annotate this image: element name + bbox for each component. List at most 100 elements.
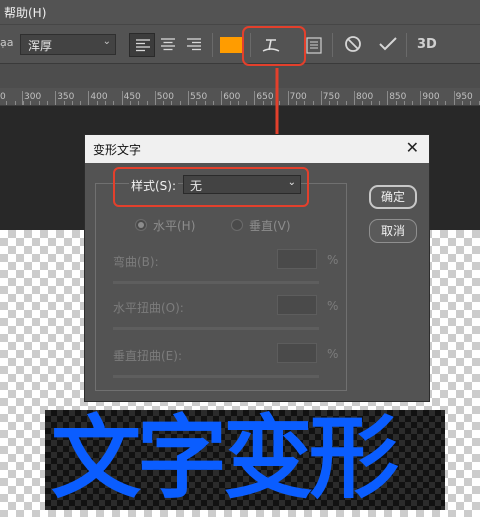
divider	[406, 33, 407, 57]
ruler-tick	[312, 101, 314, 105]
ruler-tick	[30, 101, 32, 105]
ruler-tick	[63, 101, 65, 105]
align-right-icon	[187, 38, 201, 51]
bend-slider[interactable]	[113, 281, 319, 284]
align-center-button[interactable]	[155, 33, 181, 57]
style-highlight	[113, 167, 309, 207]
ruler-tick	[320, 91, 322, 105]
divider	[212, 33, 213, 57]
vertical-distortion-input[interactable]	[277, 343, 317, 363]
ruler-tick	[329, 101, 331, 105]
vertical-radio-label: 垂直(V)	[249, 219, 291, 233]
ruler-tick	[138, 101, 140, 105]
divider	[332, 33, 333, 57]
ruler-tick	[55, 91, 57, 105]
ruler-tick	[204, 101, 206, 105]
bend-percent: %	[327, 253, 339, 267]
ruler-tick	[304, 101, 306, 105]
close-icon[interactable]: ✕	[406, 138, 419, 157]
3d-button[interactable]: 3D	[417, 37, 437, 52]
ruler-tick	[295, 101, 297, 105]
ruler-tick	[237, 101, 239, 105]
ruler-tick	[196, 101, 198, 105]
menu-bar: 帮助(H)	[0, 0, 480, 24]
cancel-button[interactable]: 取消	[369, 219, 417, 243]
font-style-select[interactable]: 浑厚 ⌄	[20, 34, 116, 55]
ruler-tick	[163, 101, 165, 105]
ruler-tick	[38, 101, 40, 105]
commit-edit-button[interactable]	[378, 35, 398, 57]
ruler-tick	[146, 101, 148, 105]
ruler-tick	[221, 91, 223, 105]
ok-button[interactable]: 确定	[369, 185, 417, 209]
ruler-tick	[154, 91, 156, 105]
radio-selected-icon	[135, 219, 147, 231]
checkmark-icon	[379, 37, 397, 51]
ruler-tick	[46, 101, 48, 105]
ruler-tick	[354, 91, 355, 105]
ruler-tick	[437, 101, 438, 105]
horizontal-distortion-percent: %	[327, 299, 339, 313]
text-color-swatch[interactable]	[220, 37, 242, 53]
ruler-tick	[88, 91, 90, 105]
vertical-distortion-slider[interactable]	[113, 375, 319, 378]
ruler-tick	[229, 101, 231, 105]
ruler-tick	[345, 101, 347, 105]
horizontal-distortion-slider[interactable]	[113, 327, 319, 330]
ruler-tick	[96, 101, 98, 105]
ruler-tick	[420, 91, 422, 105]
ruler-tick	[395, 101, 397, 105]
ruler-tick	[428, 101, 430, 105]
ruler-tick	[188, 91, 189, 105]
ruler-tick	[362, 101, 364, 105]
ruler-tick	[14, 101, 16, 105]
cancel-icon	[345, 36, 361, 52]
anti-alias-label: ạa	[0, 36, 14, 49]
text-layer[interactable]: 文字变形	[45, 410, 445, 510]
ruler-tick	[378, 101, 380, 105]
ruler-tick	[461, 101, 463, 105]
menu-help[interactable]: 帮助(H)	[4, 4, 46, 21]
bend-label: 弯曲(B):	[113, 255, 159, 269]
ruler-tick	[445, 101, 447, 105]
align-left-button[interactable]	[129, 33, 155, 57]
horizontal-radio-label: 水平(H)	[153, 219, 196, 233]
vertical-distortion-percent: %	[327, 347, 339, 361]
ruler-tick	[179, 101, 181, 105]
ruler-tick	[412, 101, 414, 105]
horizontal-distortion-input[interactable]	[277, 295, 317, 315]
align-right-button[interactable]	[181, 33, 207, 57]
ruler-tick	[80, 101, 82, 105]
font-style-value: 浑厚	[28, 39, 53, 53]
character-panel-button[interactable]	[306, 37, 322, 58]
cancel-edit-button[interactable]	[344, 35, 362, 57]
ruler-tick	[121, 91, 123, 105]
bend-input[interactable]	[277, 249, 317, 269]
radio-icon	[231, 219, 243, 231]
ruler-tick	[453, 91, 455, 105]
ruler-tick	[212, 101, 214, 105]
warp-text-dialog: 变形文字 ✕ 样式(S): 无 ⌄ 水平(H) 垂直(V) 弯曲(B): % 水…	[84, 134, 430, 402]
ruler-tick	[337, 101, 339, 105]
horizontal-distortion-label: 水平扭曲(O):	[113, 301, 184, 315]
ruler-label: 0	[0, 92, 6, 102]
ruler-tick	[71, 101, 73, 105]
vertical-distortion-label: 垂直扭曲(E):	[113, 349, 182, 363]
ruler-tick	[254, 91, 256, 105]
ruler-tick	[6, 101, 8, 105]
ruler-tick	[113, 101, 115, 105]
warped-text: 文字变形	[51, 410, 399, 510]
panel-icon	[306, 37, 322, 54]
align-group	[127, 33, 209, 57]
horizontal-ruler: 0 300 350 400 450 500 550 600 650 700 750 800 850 900…	[0, 88, 480, 106]
ruler-tick	[470, 101, 472, 105]
ruler-tick	[370, 101, 372, 105]
dialog-title: 变形文字	[93, 143, 142, 157]
align-center-icon	[161, 38, 175, 51]
align-left-icon	[136, 39, 150, 52]
horizontal-radio[interactable]: 水平(H)	[135, 217, 195, 234]
dialog-title-bar: 变形文字 ✕	[85, 135, 429, 163]
ruler-tick	[246, 101, 248, 105]
vertical-radio[interactable]: 垂直(V)	[231, 217, 291, 234]
warp-button-highlight	[242, 26, 306, 66]
